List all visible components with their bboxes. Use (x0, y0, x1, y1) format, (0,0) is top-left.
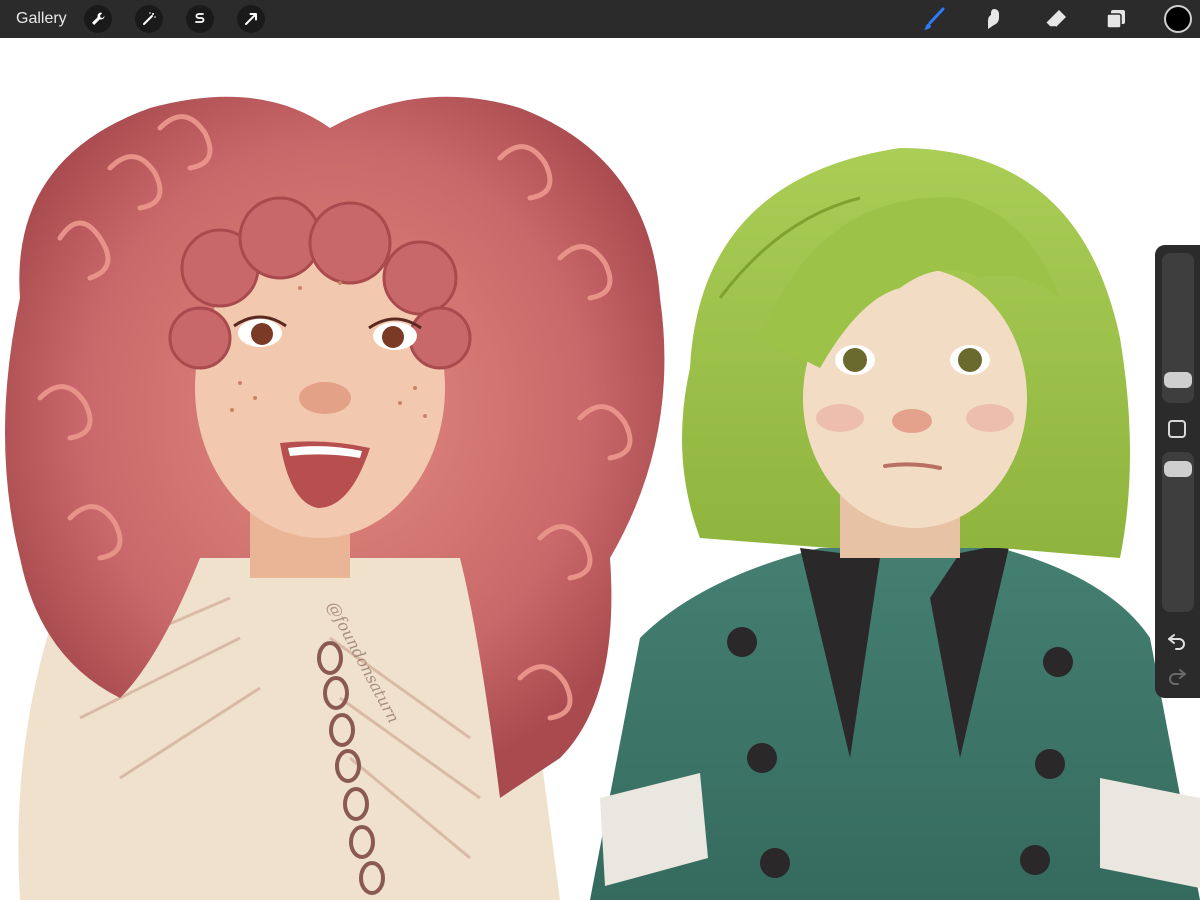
brush-size-thumb[interactable] (1164, 372, 1192, 388)
layers-icon[interactable] (1102, 5, 1130, 33)
modify-button[interactable] (1168, 420, 1186, 438)
artwork (5, 96, 1200, 900)
wrench-icon[interactable] (84, 5, 112, 33)
opacity-thumb[interactable] (1164, 461, 1192, 477)
eraser-icon[interactable] (1042, 5, 1070, 33)
opacity-slider[interactable] (1162, 452, 1194, 612)
brush-sidebar (1155, 245, 1200, 698)
color-picker-button[interactable] (1164, 5, 1192, 33)
undo-icon[interactable] (1166, 630, 1188, 652)
brush-icon[interactable] (920, 5, 948, 33)
drawing-canvas[interactable]: @foundonsaturn (0, 38, 1200, 900)
top-toolbar: Gallery (0, 0, 1200, 38)
brush-size-slider[interactable] (1162, 253, 1194, 403)
right-character (590, 148, 1200, 900)
transform-arrow-icon[interactable] (237, 5, 265, 33)
magic-wand-icon[interactable] (135, 5, 163, 33)
redo-icon[interactable] (1166, 665, 1188, 687)
smudge-icon[interactable] (980, 5, 1008, 33)
left-character (5, 96, 665, 900)
gallery-button[interactable]: Gallery (16, 10, 67, 28)
selection-icon[interactable] (186, 5, 214, 33)
